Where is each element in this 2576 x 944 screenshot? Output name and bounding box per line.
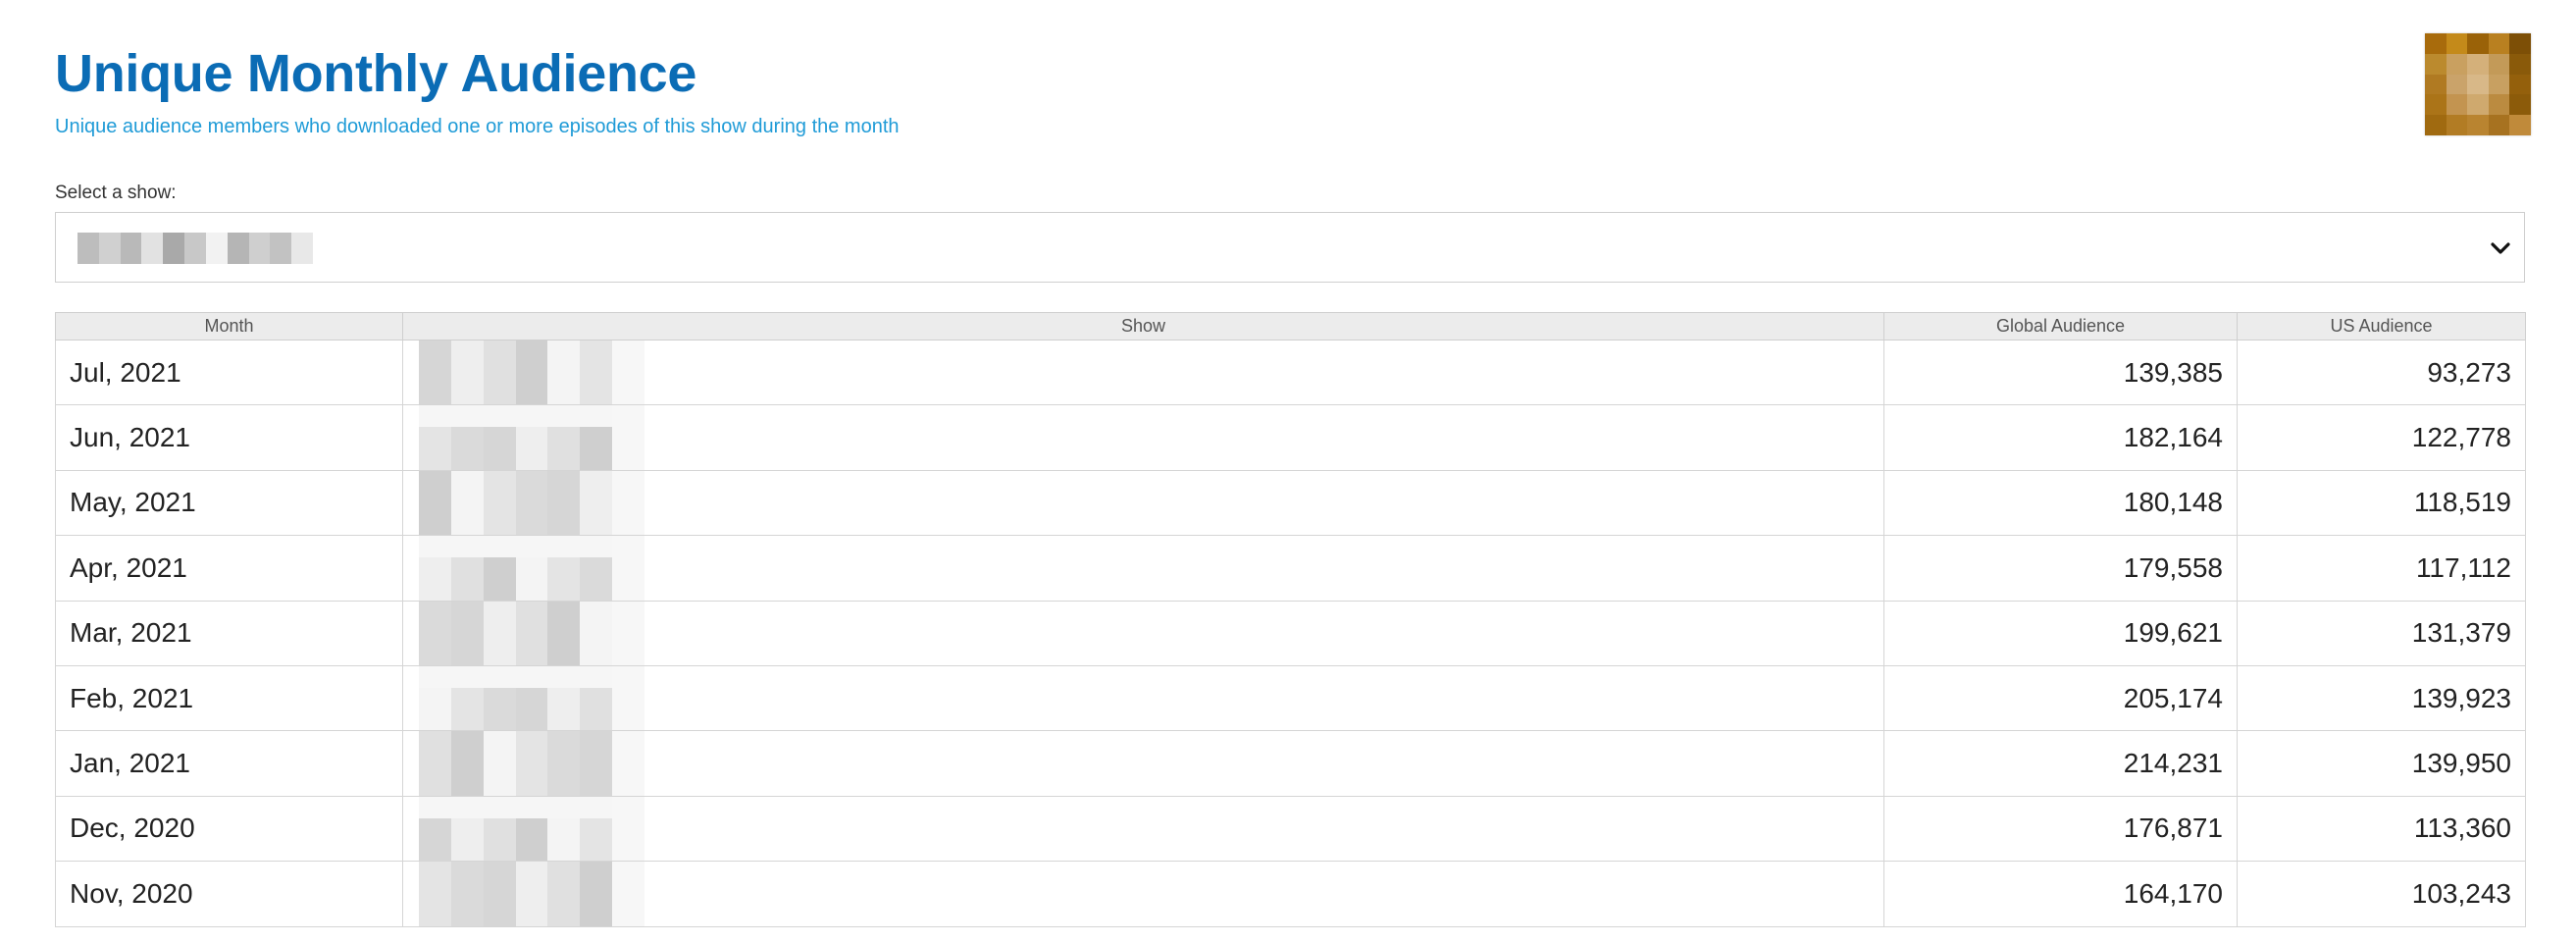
show-logo-image [2425,33,2531,135]
column-header-global-audience[interactable]: Global Audience [1883,312,2238,341]
table-row: Apr, 2021 179,558 117,112 [55,535,2526,602]
page: Unique Monthly Audience Unique audience … [0,0,2576,944]
cell-show-redacted [402,664,1884,732]
cell-show-redacted [402,795,1884,863]
cell-global-audience: 139,385 [1883,339,2238,406]
cell-global-audience: 205,174 [1883,664,2238,732]
page-subtitle: Unique audience members who downloaded o… [55,116,900,137]
chevron-down-icon[interactable] [2483,231,2518,266]
cell-us-audience: 122,778 [2237,404,2526,471]
cell-us-audience: 117,112 [2237,535,2526,602]
cell-global-audience: 182,164 [1883,404,2238,471]
cell-show-redacted [402,469,1884,537]
column-header-us-audience[interactable]: US Audience [2237,312,2526,341]
table-row: May, 2021 180,148 118,519 [55,469,2526,537]
cell-show-redacted [402,730,1884,797]
show-select[interactable] [55,212,2525,283]
cell-month: Dec, 2020 [55,795,403,863]
cell-show-redacted [402,600,1884,666]
table-row: Mar, 2021 199,621 131,379 [55,600,2526,666]
cell-global-audience: 199,621 [1883,600,2238,666]
cell-us-audience: 103,243 [2237,861,2526,927]
show-select-value-redacted [77,233,313,264]
cell-global-audience: 176,871 [1883,795,2238,863]
cell-show-redacted [402,404,1884,471]
table-row: Jul, 2021 139,385 93,273 [55,339,2526,406]
page-title: Unique Monthly Audience [55,44,697,103]
cell-global-audience: 164,170 [1883,861,2238,927]
cell-month: Nov, 2020 [55,861,403,927]
column-header-show[interactable]: Show [402,312,1884,341]
cell-month: Jan, 2021 [55,730,403,797]
cell-us-audience: 139,923 [2237,664,2526,732]
cell-show-redacted [402,339,1884,406]
cell-global-audience: 214,231 [1883,730,2238,797]
cell-global-audience: 180,148 [1883,469,2238,537]
audience-table: Month Show Global Audience US Audience J… [55,312,2526,927]
table-row: Nov, 2020 164,170 103,243 [55,861,2526,927]
cell-us-audience: 113,360 [2237,795,2526,863]
table-row: Jan, 2021 214,231 139,950 [55,730,2526,797]
show-select-label: Select a show: [55,183,177,203]
cell-month: Jun, 2021 [55,404,403,471]
table-row: Jun, 2021 182,164 122,778 [55,404,2526,471]
cell-global-audience: 179,558 [1883,535,2238,602]
cell-show-redacted [402,861,1884,927]
cell-month: May, 2021 [55,469,403,537]
table-row: Feb, 2021 205,174 139,923 [55,664,2526,732]
cell-month: Mar, 2021 [55,600,403,666]
cell-us-audience: 139,950 [2237,730,2526,797]
cell-show-redacted [402,535,1884,602]
column-header-month[interactable]: Month [55,312,403,341]
cell-month: Apr, 2021 [55,535,403,602]
cell-us-audience: 118,519 [2237,469,2526,537]
cell-month: Feb, 2021 [55,664,403,732]
table-row: Dec, 2020 176,871 113,360 [55,795,2526,863]
cell-us-audience: 131,379 [2237,600,2526,666]
cell-month: Jul, 2021 [55,339,403,406]
cell-us-audience: 93,273 [2237,339,2526,406]
table-header-row: Month Show Global Audience US Audience [55,312,2526,341]
